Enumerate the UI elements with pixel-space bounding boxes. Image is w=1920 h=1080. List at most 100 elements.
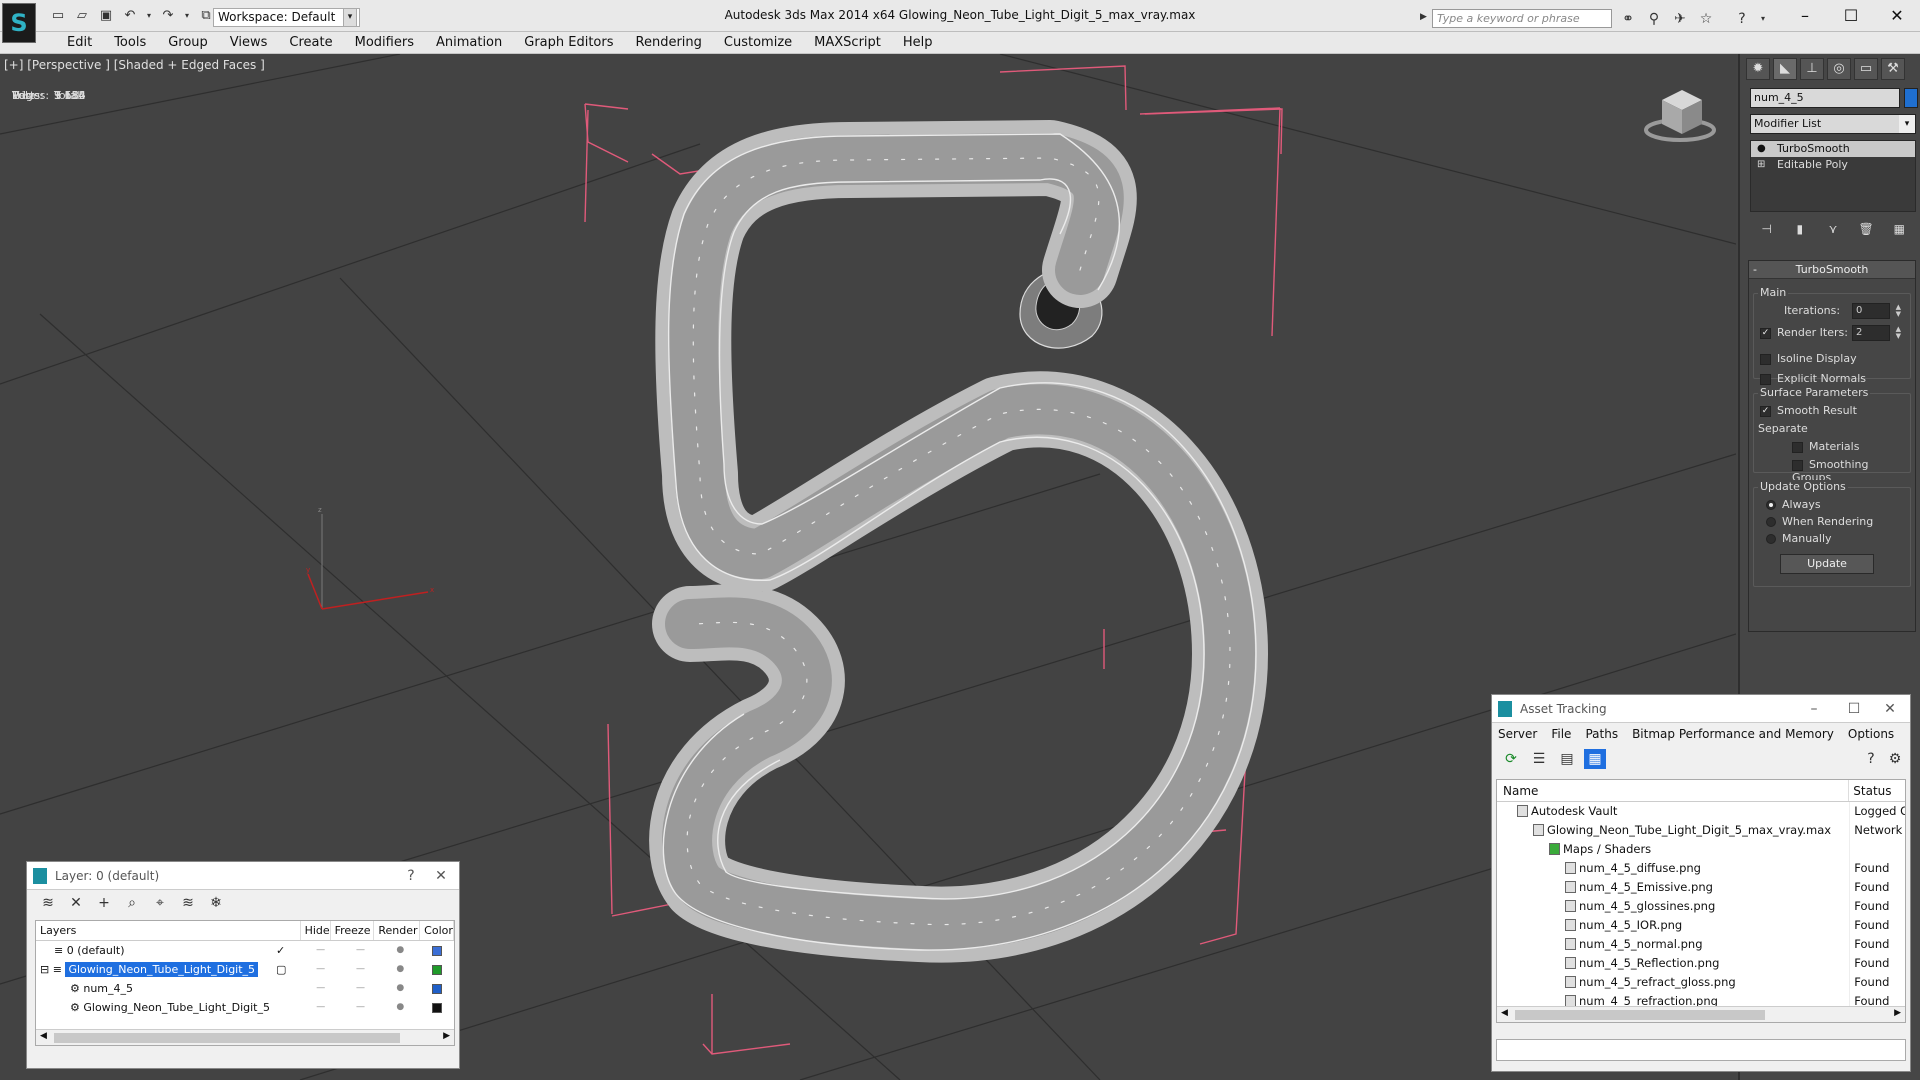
- layer-dialog-titlebar[interactable]: Layer: 0 (default) ? ✕: [27, 862, 459, 890]
- communication-icon[interactable]: ✈: [1670, 9, 1690, 29]
- close-icon[interactable]: ✕: [1876, 697, 1904, 721]
- freeze-all-layers-icon[interactable]: ❄: [205, 893, 227, 913]
- menu-create[interactable]: Create: [278, 32, 343, 53]
- scroll-right-icon[interactable]: ▶: [443, 1031, 450, 1041]
- asset-row[interactable]: num_4_5_Emissive.png Found: [1497, 878, 1905, 897]
- layer-object-row[interactable]: ⚙ num_4_5 — — ●: [36, 979, 454, 998]
- show-end-result-icon[interactable]: ▮: [1790, 220, 1810, 238]
- minimize-button[interactable]: –: [1782, 4, 1828, 28]
- explicit-normals-checkbox[interactable]: [1760, 373, 1771, 385]
- freeze-toggle[interactable]: —: [341, 941, 381, 960]
- help-dropdown-icon[interactable]: ▾: [1758, 9, 1768, 29]
- asset-menu-bitmap-performance[interactable]: Bitmap Performance and Memory: [1632, 723, 1834, 745]
- hide-toggle[interactable]: —: [301, 960, 341, 979]
- layer-color-swatch[interactable]: [432, 964, 443, 975]
- column-layers[interactable]: Layers: [36, 921, 301, 940]
- hide-toggle[interactable]: —: [301, 941, 341, 960]
- column-render[interactable]: Render: [374, 921, 421, 940]
- always-radio[interactable]: [1766, 500, 1776, 510]
- when-rendering-radio[interactable]: [1766, 517, 1776, 527]
- menu-rendering[interactable]: Rendering: [625, 32, 713, 53]
- iterations-spinner[interactable]: 0 ▲ ▼: [1852, 303, 1901, 319]
- when-rendering-row[interactable]: When Rendering: [1766, 515, 1873, 528]
- render-iters-spinner[interactable]: 2 ▲ ▼: [1852, 325, 1901, 341]
- layer-row[interactable]: ⊟ ≡ Glowing_Neon_Tube_Light_Digit_5 ▢ — — ●: [36, 960, 454, 979]
- smoothing-groups-checkbox[interactable]: [1792, 459, 1803, 471]
- isoline-row[interactable]: Isoline Display: [1760, 352, 1857, 365]
- hierarchy-tab-icon[interactable]: ⊥: [1800, 58, 1824, 80]
- materials-row[interactable]: Materials: [1792, 440, 1859, 453]
- viewport-label[interactable]: [+] [Perspective ] [Shaded + Edged Faces…: [4, 58, 265, 72]
- create-tab-icon[interactable]: ✹: [1746, 58, 1770, 80]
- column-status[interactable]: Status: [1849, 780, 1905, 801]
- horizontal-scrollbar[interactable]: ◀ ▶: [36, 1029, 454, 1045]
- help-icon[interactable]: ?: [1860, 749, 1882, 769]
- select-in-layer-icon[interactable]: ⌕: [121, 893, 143, 913]
- add-to-layer-icon[interactable]: +: [93, 893, 115, 913]
- app-logo-icon[interactable]: S: [2, 3, 36, 43]
- always-row[interactable]: Always: [1766, 498, 1821, 511]
- set-current-box-icon[interactable]: ▢: [276, 960, 286, 979]
- search-input[interactable]: Type a keyword or phrase: [1432, 9, 1612, 28]
- help-icon[interactable]: ?: [1732, 9, 1752, 29]
- menu-customize[interactable]: Customize: [713, 32, 803, 53]
- make-unique-icon[interactable]: ⋎: [1823, 220, 1843, 238]
- layer-color-swatch[interactable]: [432, 983, 443, 994]
- asset-row[interactable]: Autodesk Vault Logged O: [1497, 802, 1905, 821]
- layer-color-swatch[interactable]: [432, 945, 443, 956]
- subscription-icon[interactable]: ⚲: [1644, 9, 1664, 29]
- asset-menu-options[interactable]: Options: [1848, 723, 1894, 745]
- render-teapot-icon[interactable]: ●: [380, 941, 420, 960]
- smooth-result-checkbox[interactable]: ✓: [1760, 405, 1771, 417]
- freeze-toggle[interactable]: —: [341, 998, 381, 1017]
- digit-5-mesh[interactable]: [649, 120, 1268, 963]
- viewcube-icon[interactable]: [1644, 90, 1716, 142]
- render-teapot-icon[interactable]: ●: [380, 998, 420, 1017]
- freeze-toggle[interactable]: —: [341, 960, 381, 979]
- layer-object-row[interactable]: ⚙ Glowing_Neon_Tube_Light_Digit_5 — — ●: [36, 998, 454, 1017]
- lightbulb-icon[interactable]: ●: [1757, 141, 1769, 157]
- hide-all-layers-icon[interactable]: ≋: [177, 893, 199, 913]
- asset-row[interactable]: num_4_5_Reflection.png Found: [1497, 954, 1905, 973]
- delete-layer-icon[interactable]: ✕: [65, 893, 87, 913]
- isoline-checkbox[interactable]: [1760, 353, 1771, 365]
- layer-color-swatch[interactable]: [432, 1002, 443, 1013]
- search-expand-icon[interactable]: ▶: [1420, 12, 1427, 22]
- asset-row[interactable]: num_4_5_IOR.png Found: [1497, 916, 1905, 935]
- hide-toggle[interactable]: —: [301, 979, 341, 998]
- asset-dialog-titlebar[interactable]: Asset Tracking – ☐ ✕: [1492, 695, 1910, 723]
- table-view-icon[interactable]: ▦: [1584, 749, 1606, 769]
- menu-tools[interactable]: Tools: [103, 32, 157, 53]
- manually-row[interactable]: Manually: [1766, 532, 1832, 545]
- binoculars-icon[interactable]: ⚭: [1618, 9, 1638, 29]
- menu-graph-editors[interactable]: Graph Editors: [513, 32, 624, 53]
- minimize-icon[interactable]: –: [1800, 697, 1828, 721]
- asset-row[interactable]: Glowing_Neon_Tube_Light_Digit_5_max_vray…: [1497, 821, 1905, 840]
- maximize-icon[interactable]: ☐: [1840, 697, 1868, 721]
- object-name-field[interactable]: num_4_5: [1750, 88, 1900, 108]
- object-color-swatch[interactable]: [1904, 88, 1918, 108]
- close-icon[interactable]: ✕: [427, 864, 455, 888]
- asset-menu-server[interactable]: Server: [1498, 723, 1537, 745]
- menu-maxscript[interactable]: MAXScript: [803, 32, 892, 53]
- scroll-left-icon[interactable]: ◀: [40, 1031, 47, 1041]
- asset-row[interactable]: num_4_5_refract_gloss.png Found: [1497, 973, 1905, 992]
- pin-stack-icon[interactable]: ⊣: [1757, 220, 1777, 238]
- menu-help[interactable]: Help: [892, 32, 944, 53]
- create-layer-icon[interactable]: ≋: [37, 893, 59, 913]
- freeze-toggle[interactable]: —: [341, 979, 381, 998]
- configure-sets-icon[interactable]: ▦: [1889, 220, 1909, 238]
- explicit-normals-row[interactable]: Explicit Normals: [1760, 372, 1866, 385]
- maximize-button[interactable]: ☐: [1828, 4, 1874, 28]
- remove-modifier-icon[interactable]: 🗑: [1856, 220, 1876, 238]
- stack-item-turbosmooth[interactable]: ● TurboSmooth: [1751, 141, 1915, 157]
- scrollbar-thumb[interactable]: [1515, 1010, 1765, 1020]
- render-iters-row[interactable]: ✓ Render Iters:: [1760, 326, 1848, 339]
- column-color[interactable]: Color: [420, 921, 455, 940]
- modifier-list-dropdown[interactable]: Modifier List ▾: [1750, 114, 1916, 134]
- column-hide[interactable]: Hide: [301, 921, 331, 940]
- list-view-icon[interactable]: ☰: [1528, 749, 1550, 769]
- modify-tab-icon[interactable]: ◣: [1773, 58, 1797, 80]
- update-button[interactable]: Update: [1780, 554, 1874, 574]
- thumbnail-view-icon[interactable]: ▤: [1556, 749, 1578, 769]
